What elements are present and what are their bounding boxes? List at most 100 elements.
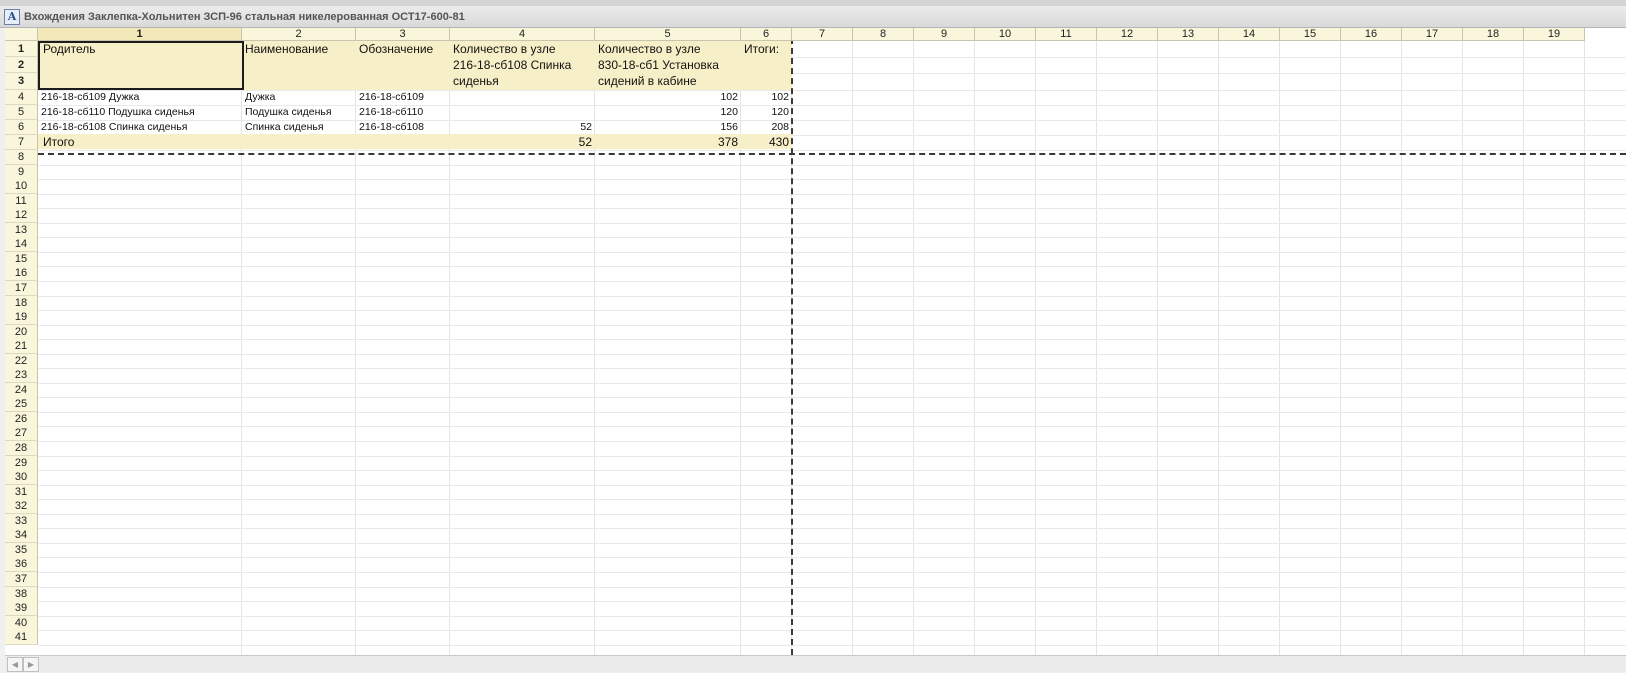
row-qty1[interactable] (450, 90, 595, 105)
row-header[interactable]: 22 (5, 354, 38, 369)
grid-hline (38, 528, 1626, 529)
column-header[interactable]: 9 (914, 28, 975, 41)
column-header[interactable]: 1 (38, 28, 242, 41)
grid-hline (38, 514, 1626, 515)
row-qty2[interactable]: 156 (595, 120, 741, 135)
page-break-horizontal (38, 153, 1626, 155)
row-header[interactable]: 14 (5, 237, 38, 252)
footer-qty1[interactable]: 52 (450, 134, 595, 150)
row-header[interactable]: 36 (5, 557, 38, 572)
scroll-right-icon[interactable]: ▶ (23, 657, 39, 672)
row-header[interactable]: 3 (5, 73, 38, 90)
row-header[interactable]: 4 (5, 90, 38, 105)
row-name[interactable]: Подушка сиденья (242, 105, 356, 120)
row-header[interactable]: 8 (5, 150, 38, 165)
column-header[interactable]: 16 (1341, 28, 1402, 41)
row-header[interactable]: 10 (5, 179, 38, 194)
window-titlebar[interactable]: A Вхождения Заклепка-Хольнитен ЗСП-96 ст… (0, 6, 1626, 28)
row-name[interactable]: Спинка сиденья (242, 120, 356, 135)
row-header[interactable]: 25 (5, 397, 38, 412)
row-header[interactable]: 20 (5, 325, 38, 340)
header-designation[interactable]: Обозначение (356, 42, 450, 58)
column-header[interactable]: 19 (1524, 28, 1585, 41)
row-designation[interactable]: 216-18-сб109 (356, 90, 450, 105)
footer-total[interactable]: 430 (741, 134, 792, 150)
row-header[interactable]: 31 (5, 485, 38, 500)
column-header[interactable]: 7 (792, 28, 853, 41)
row-header[interactable]: 7 (5, 135, 38, 150)
header-totals[interactable]: Итоги: (741, 42, 792, 58)
column-header[interactable]: 18 (1463, 28, 1524, 41)
row-header[interactable]: 1 (5, 41, 38, 57)
row-designation[interactable]: 216-18-сб110 (356, 105, 450, 120)
row-total[interactable]: 208 (741, 120, 792, 135)
column-header[interactable]: 3 (356, 28, 450, 41)
row-header[interactable]: 28 (5, 441, 38, 456)
row-header[interactable]: 40 (5, 616, 38, 631)
row-header[interactable]: 26 (5, 412, 38, 427)
row-parent[interactable]: 216-18-сб109 Дужка (38, 90, 242, 105)
column-header[interactable]: 13 (1158, 28, 1219, 41)
row-header[interactable]: 34 (5, 528, 38, 543)
row-qty1[interactable] (450, 105, 595, 120)
row-qty2[interactable]: 102 (595, 90, 741, 105)
row-header[interactable]: 13 (5, 223, 38, 238)
header-name[interactable]: Наименование (242, 42, 356, 58)
column-header[interactable]: 15 (1280, 28, 1341, 41)
column-header[interactable]: 4 (450, 28, 595, 41)
row-header[interactable]: 33 (5, 514, 38, 529)
column-header[interactable]: 11 (1036, 28, 1097, 41)
column-header[interactable]: 17 (1402, 28, 1463, 41)
grid-vline (974, 41, 975, 655)
header-qty1-line1[interactable]: Количество в узле (450, 42, 595, 58)
row-header[interactable]: 38 (5, 587, 38, 602)
row-header[interactable]: 32 (5, 499, 38, 514)
footer-qty2[interactable]: 378 (595, 134, 741, 150)
row-header[interactable]: 24 (5, 383, 38, 398)
row-total[interactable]: 120 (741, 105, 792, 120)
header-qty2-line1[interactable]: Количество в узле (595, 42, 741, 58)
row-header[interactable]: 27 (5, 426, 38, 441)
row-total[interactable]: 102 (741, 90, 792, 105)
row-qty2[interactable]: 120 (595, 105, 741, 120)
row-parent[interactable]: 216-18-сб110 Подушка сиденья (38, 105, 242, 120)
row-header[interactable]: 9 (5, 165, 38, 180)
row-header[interactable]: 21 (5, 339, 38, 354)
column-header[interactable]: 12 (1097, 28, 1158, 41)
row-header[interactable]: 12 (5, 208, 38, 223)
horizontal-scrollbar[interactable]: ◀ ▶ (5, 655, 1626, 672)
column-header[interactable]: 14 (1219, 28, 1280, 41)
row-header[interactable]: 35 (5, 543, 38, 558)
grid-hline (38, 616, 1626, 617)
column-header[interactable]: 8 (853, 28, 914, 41)
row-header[interactable]: 37 (5, 572, 38, 587)
row-designation[interactable]: 216-18-сб108 (356, 120, 450, 135)
row-header[interactable]: 16 (5, 266, 38, 281)
grid-hline (38, 630, 1626, 631)
row-header[interactable]: 2 (5, 57, 38, 73)
column-header[interactable]: 10 (975, 28, 1036, 41)
row-header[interactable]: 30 (5, 470, 38, 485)
selected-cell[interactable] (38, 41, 244, 90)
column-header[interactable]: 2 (242, 28, 356, 41)
row-header[interactable]: 39 (5, 601, 38, 616)
row-parent[interactable]: 216-18-сб108 Спинка сиденья (38, 120, 242, 135)
row-header[interactable]: 19 (5, 310, 38, 325)
row-header[interactable]: 18 (5, 296, 38, 311)
row-header[interactable]: 41 (5, 630, 38, 645)
row-qty1[interactable]: 52 (450, 120, 595, 135)
row-name[interactable]: Дужка (242, 90, 356, 105)
spreadsheet-grid[interactable]: Родитель Наименование Обозначение Количе… (5, 28, 1626, 655)
column-header[interactable]: 5 (595, 28, 741, 41)
column-header[interactable]: 6 (741, 28, 792, 41)
grid-corner[interactable] (5, 28, 38, 41)
row-header[interactable]: 29 (5, 456, 38, 471)
row-header[interactable]: 15 (5, 252, 38, 267)
row-header[interactable]: 17 (5, 281, 38, 296)
scroll-left-icon[interactable]: ◀ (7, 657, 23, 672)
footer-label[interactable]: Итого (40, 134, 240, 150)
row-header[interactable]: 6 (5, 120, 38, 135)
row-header[interactable]: 11 (5, 194, 38, 209)
row-header[interactable]: 5 (5, 105, 38, 120)
row-header[interactable]: 23 (5, 368, 38, 383)
